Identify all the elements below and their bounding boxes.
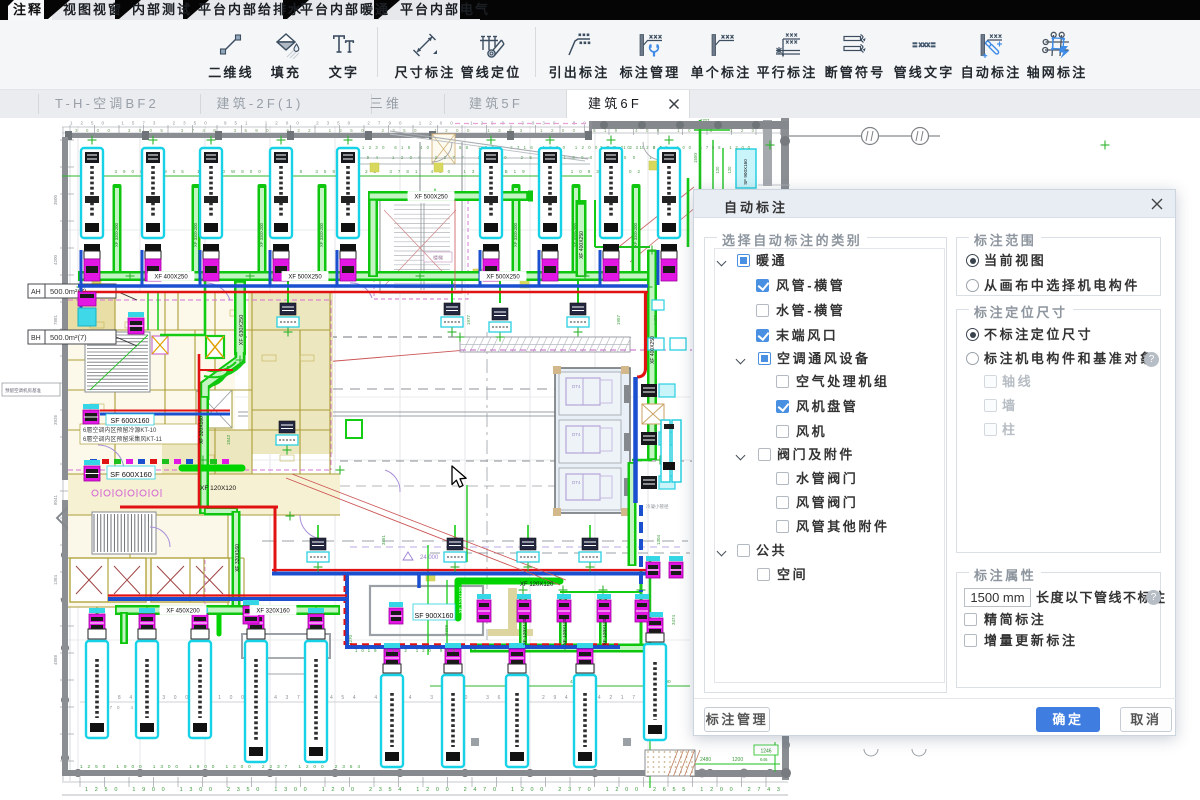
svg-text:500.0m²(7): 500.0m²(7) (50, 333, 87, 342)
svg-text:7881: 7881 (53, 314, 58, 325)
svg-text:SF 600X160: SF 600X160 (111, 418, 150, 425)
svg-text:XF 320X200: XF 320X200 (193, 222, 198, 246)
svg-text:XF 500X250: XF 500X250 (288, 274, 322, 280)
svg-text:4200: 4200 (53, 254, 58, 265)
svg-text:3474: 3474 (671, 614, 676, 625)
svg-text:1957: 1957 (616, 314, 621, 325)
svg-text:4888: 4888 (53, 654, 58, 665)
svg-text:XF 400X250: XF 400X250 (579, 231, 585, 259)
svg-text:SF 900X160: SF 900X160 (743, 159, 748, 185)
svg-text:BH: BH (31, 335, 41, 342)
svg-text:XF 320X160: XF 320X160 (199, 416, 205, 444)
svg-text:AH: AH (31, 289, 41, 296)
svg-text:视图视窗: 视图视窗 (63, 2, 123, 17)
svg-text:120: 120 (715, 166, 720, 174)
svg-text:楼梯: 楼梯 (433, 255, 443, 262)
svg-text:XF 320X160: XF 320X160 (235, 544, 241, 572)
svg-text:1246: 1246 (760, 749, 771, 755)
svg-text:XF 120X120: XF 120X120 (562, 618, 568, 645)
svg-text:6層空调内区预留冷源KT-10: 6層空调内区预留冷源KT-10 (83, 426, 157, 434)
svg-text:平台内部暖通: 平台内部暖通 (300, 2, 390, 17)
svg-text:3600: 3600 (53, 194, 58, 205)
svg-text:DT4: DT4 (572, 480, 581, 485)
svg-text:注释: 注释 (13, 2, 43, 17)
svg-text:XF 630X250: XF 630X250 (239, 315, 245, 346)
svg-text:3461: 3461 (381, 534, 386, 545)
svg-text:XF 320X200: XF 320X200 (633, 222, 638, 246)
svg-text:XF 320X200: XF 320X200 (259, 222, 264, 246)
svg-text:1250 1900 1300 2350 1300 1200: 1250 1900 1300 2350 1300 1200 2354 1200 … (85, 787, 780, 793)
svg-text:DT4: DT4 (572, 384, 581, 389)
svg-text:DT4: DT4 (572, 432, 581, 437)
svg-text:6層空调内区预留采集风KT-11: 6層空调内区预留采集风KT-11 (83, 435, 163, 443)
svg-text:24.000: 24.000 (420, 555, 439, 561)
svg-text:4888: 4888 (444, 624, 449, 635)
svg-text:预留空调机房基准: 预留空调机房基准 (5, 387, 41, 394)
svg-text:394 1200 2277 1200 2590 1: 394 1200 2277 1200 2590 1400 2550 1200 (358, 155, 679, 160)
svg-text:1455: 1455 (653, 314, 658, 325)
svg-text:XF 500X250: XF 500X250 (486, 274, 520, 280)
svg-text:平台内部电气: 平台内部电气 (400, 2, 490, 17)
svg-text:XF 120X120: XF 120X120 (520, 582, 554, 588)
svg-text:646: 646 (760, 757, 768, 762)
svg-text:XF 500X250: XF 500X250 (414, 194, 448, 200)
svg-text:XF 320X160: XF 320X160 (256, 608, 290, 614)
svg-text:XF 320X200: XF 320X200 (513, 222, 518, 246)
svg-text:1977: 1977 (466, 314, 471, 325)
svg-text:XF 120X120: XF 120X120 (200, 485, 237, 492)
svg-text:SF 900X160: SF 900X160 (415, 613, 454, 620)
svg-text:XF 400X250: XF 400X250 (154, 274, 188, 280)
svg-text:XF 450X200: XF 450X200 (166, 608, 200, 614)
svg-text:XF 120X120: XF 120X120 (522, 618, 528, 645)
svg-text:1843: 1843 (226, 434, 231, 445)
svg-text:SF 600X160: SF 600X160 (110, 470, 152, 479)
svg-text:XF 320X200: XF 320X200 (319, 222, 324, 246)
svg-text:120: 120 (727, 166, 732, 174)
svg-text:1550: 1550 (693, 152, 698, 163)
svg-text:XF 320X200: XF 320X200 (114, 222, 119, 246)
svg-text:内部测试: 内部测试 (132, 2, 192, 17)
svg-text:平台内部给排水: 平台内部给排水 (198, 2, 303, 17)
svg-text:1019 3122 120 960: 1019 3122 120 960 (355, 648, 455, 653)
svg-text:2480: 2480 (700, 757, 711, 763)
svg-text:8041: 8041 (53, 494, 58, 505)
svg-text:3926: 3926 (53, 414, 58, 425)
svg-text:1384 3300 3100 3437 3454 4664: 1384 3300 3100 3437 3454 4664 3670 3655 … (95, 695, 635, 701)
svg-text:冷凝小管径: 冷凝小管径 (646, 503, 669, 510)
svg-text:XF 120X120: XF 120X120 (602, 618, 608, 645)
svg-text:XF 120X120: XF 120X120 (458, 586, 464, 613)
svg-text:1200: 1200 (732, 757, 743, 763)
svg-text:1384: 1384 (53, 574, 58, 585)
svg-text:XF 400X250: XF 400X250 (650, 336, 656, 364)
svg-text:1250 1900 1300 1900 1200: 1250 1900 1300 1900 1200 2237 1200 2354 (80, 764, 360, 770)
svg-text:1304: 1304 (656, 534, 661, 545)
